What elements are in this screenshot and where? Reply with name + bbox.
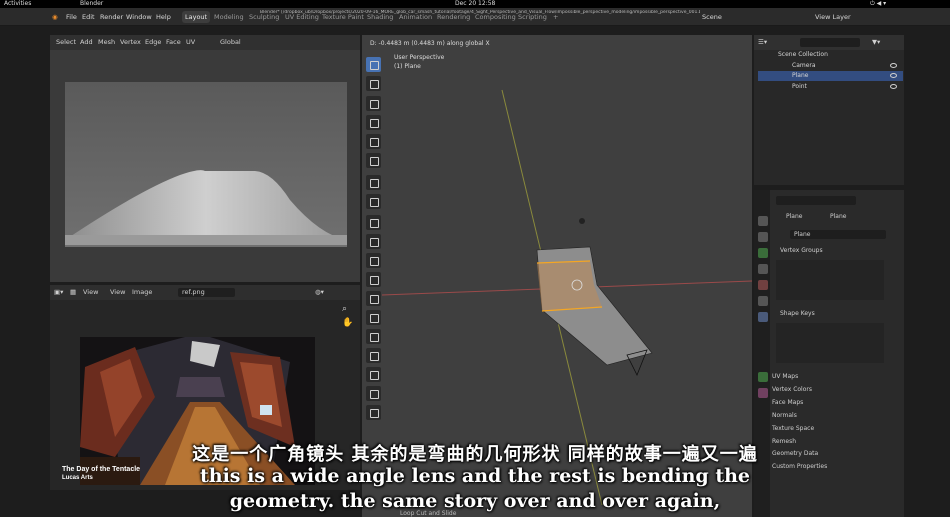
- select-tool-icon[interactable]: [366, 57, 381, 72]
- section-uv-maps[interactable]: UV Maps: [772, 372, 798, 381]
- zoom-icon[interactable]: ⌕: [342, 304, 347, 314]
- uv-editor-header: Select Add Mesh Vertex Edge Face UV Glob…: [50, 35, 360, 50]
- mesh-data-tab-icon[interactable]: [758, 248, 768, 258]
- measure-tool-icon[interactable]: [366, 194, 381, 209]
- object-tab-icon[interactable]: [758, 296, 768, 306]
- rotate-tool-icon[interactable]: [366, 115, 381, 130]
- vertex-groups-list[interactable]: [776, 260, 884, 300]
- section-texture-space[interactable]: Texture Space: [772, 424, 814, 433]
- spin-tool-icon[interactable]: [366, 329, 381, 344]
- shrink-fatten-tool-icon[interactable]: [366, 386, 381, 401]
- section-vertex-groups[interactable]: Vertex Groups: [780, 246, 823, 255]
- properties-search-input[interactable]: [776, 196, 856, 205]
- camera-preview-area[interactable]: [50, 50, 360, 282]
- header-uv[interactable]: UV: [186, 38, 195, 47]
- system-tray-icons[interactable]: ⏻ ◀ ▾: [870, 0, 886, 8]
- view-layer-selector[interactable]: View Layer: [815, 12, 851, 22]
- bevel-tool-icon[interactable]: [366, 253, 381, 268]
- image-mode-icon[interactable]: ▦: [70, 288, 76, 297]
- image-name-field[interactable]: ref.png: [178, 288, 235, 297]
- outliner-editor-icon[interactable]: ☰▾: [758, 38, 767, 47]
- scene-tab-icon[interactable]: [758, 264, 768, 274]
- editor-type-icon[interactable]: ▣▾: [54, 288, 63, 297]
- orientation-dropdown[interactable]: Global: [220, 38, 241, 47]
- blender-app-label: Blender: [80, 0, 104, 7]
- plane-visibility-eye-icon[interactable]: [890, 73, 897, 78]
- transform-tool-icon[interactable]: [366, 153, 381, 168]
- menu-file[interactable]: File: [66, 12, 77, 22]
- move-tool-icon[interactable]: [366, 96, 381, 111]
- section-normals[interactable]: Normals: [772, 411, 797, 420]
- knife-tool-icon[interactable]: [366, 291, 381, 306]
- mesh-datablock-field[interactable]: Plane: [790, 230, 886, 239]
- window-title: Blender* [/dropbox_ub/Dropbox/projects/2…: [260, 10, 700, 15]
- system-top-bar: Activities Blender Dec 20 12:58 ⏻ ◀ ▾: [0, 0, 950, 8]
- inset-tool-icon[interactable]: [366, 234, 381, 249]
- render-properties-tab-icon[interactable]: [758, 232, 768, 242]
- outliner-item-point[interactable]: Point: [758, 82, 903, 92]
- header-select[interactable]: Select: [56, 38, 76, 47]
- scale-tool-icon[interactable]: [366, 134, 381, 149]
- header-edge[interactable]: Edge: [145, 38, 161, 47]
- loop-cut-tool-icon[interactable]: [366, 272, 381, 287]
- mesh-name-label: Plane: [830, 213, 847, 220]
- tab-layout[interactable]: Layout: [182, 11, 211, 23]
- shear-tool-icon[interactable]: [366, 405, 381, 420]
- data-tab-icon[interactable]: [758, 372, 768, 382]
- material-tab-icon[interactable]: [758, 388, 768, 398]
- section-vertex-colors[interactable]: Vertex Colors: [772, 385, 812, 394]
- poly-build-tool-icon[interactable]: [366, 310, 381, 325]
- outliner-search-input[interactable]: [800, 38, 860, 47]
- shape-keys-list[interactable]: [776, 323, 884, 363]
- smooth-tool-icon[interactable]: [366, 348, 381, 363]
- object-name-label: Plane: [786, 213, 803, 220]
- subtitle-english-line1: this is a wide angle lens and the rest i…: [199, 465, 751, 487]
- tool-properties-tab-icon[interactable]: [758, 216, 768, 226]
- menu-window[interactable]: Window: [126, 12, 152, 22]
- header-image-menu[interactable]: Image: [132, 288, 152, 297]
- tab-modeling[interactable]: Modeling: [211, 11, 247, 23]
- outliner-scene-collection[interactable]: Scene Collection: [758, 50, 903, 60]
- pan-hand-icon[interactable]: ✋: [342, 318, 353, 328]
- edge-slide-tool-icon[interactable]: [366, 367, 381, 382]
- menu-help[interactable]: Help: [156, 12, 171, 22]
- subtitle-chinese: 这是一个广角镜头 其余的是弯曲的几何形状 同样的故事一遍又一遍: [192, 444, 758, 465]
- modifier-tab-icon[interactable]: [758, 312, 768, 322]
- header-add[interactable]: Add: [80, 38, 93, 47]
- view-mode-label: User Perspective: [394, 54, 445, 61]
- bent-plane-preview: [65, 82, 347, 247]
- activities-button[interactable]: Activities: [4, 0, 31, 8]
- outliner-item-plane[interactable]: Plane: [758, 71, 903, 81]
- transform-status: D: -0.4483 m (0.4483 m) along global X: [370, 40, 490, 47]
- annotate-tool-icon[interactable]: [366, 175, 381, 190]
- menu-render[interactable]: Render: [100, 12, 123, 22]
- active-object-label: (1) Plane: [394, 63, 421, 70]
- clock: Dec 20 12:58: [455, 0, 496, 7]
- header-vertex[interactable]: Vertex: [120, 38, 141, 47]
- world-tab-icon[interactable]: [758, 280, 768, 290]
- overlay-icon[interactable]: ◍▾: [315, 288, 324, 297]
- outliner-item-camera[interactable]: Camera: [758, 61, 903, 71]
- header-view-menu[interactable]: View: [110, 288, 125, 297]
- menu-edit[interactable]: Edit: [82, 12, 95, 22]
- blender-logo-icon[interactable]: ◉: [52, 12, 58, 22]
- header-view-mode[interactable]: View: [83, 288, 98, 297]
- filter-icon[interactable]: ▼▾: [872, 38, 880, 47]
- light-icon: [579, 218, 585, 224]
- scene-selector[interactable]: Scene: [702, 12, 722, 22]
- point-visibility-eye-icon[interactable]: [890, 84, 897, 89]
- subtitle-english-line2: geometry. the same story over and over a…: [229, 490, 721, 512]
- section-shape-keys[interactable]: Shape Keys: [780, 309, 815, 318]
- extrude-tool-icon[interactable]: [366, 215, 381, 230]
- header-mesh[interactable]: Mesh: [98, 38, 115, 47]
- header-face[interactable]: Face: [166, 38, 181, 47]
- outliner-header: ☰▾ ▼▾: [754, 35, 904, 50]
- cursor-tool-icon[interactable]: [366, 76, 381, 91]
- camera-visibility-eye-icon[interactable]: [890, 63, 897, 68]
- section-face-maps[interactable]: Face Maps: [772, 398, 803, 407]
- image-editor-header: ▣▾ ▦ View View Image ref.png ◍▾: [50, 285, 360, 300]
